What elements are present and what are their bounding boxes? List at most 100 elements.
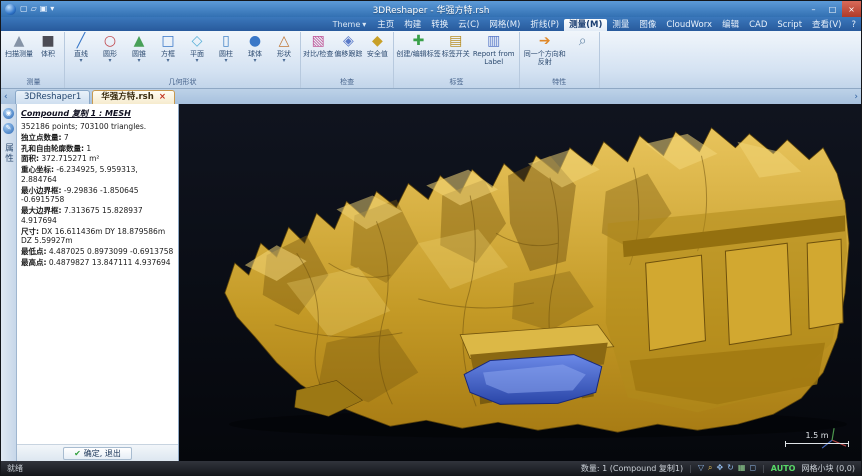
auto-mode-badge[interactable]: AUTO [771, 464, 796, 473]
confirm-exit-button[interactable]: ✔ 确定, 退出 [63, 447, 132, 460]
tab-cloud[interactable]: 云(C) [453, 19, 484, 31]
cylinder-tool[interactable]: ▯ 圆柱 ▾ [212, 33, 240, 64]
property-line: 最高点: 0.4879827 13.847111 4.937694 [21, 258, 174, 268]
document-tab-bar: ‹ › 3DReshaper1 华强方特.rsh × [1, 89, 861, 104]
circle-tool[interactable]: ○ 圆形 ▾ [96, 33, 124, 64]
tab-home[interactable]: 主页 [372, 19, 399, 31]
grid-coordinates-text: 网格小块 (0,0) [801, 463, 855, 474]
rotate-icon[interactable]: ↻ [727, 464, 734, 472]
box-tool[interactable]: □ 方框 ▾ [154, 33, 182, 64]
chevron-down-icon: ▾ [253, 58, 256, 64]
line-tool[interactable]: ╱ 直线 ▾ [67, 33, 95, 64]
chevron-down-icon: ▾ [362, 20, 366, 29]
divider: | [762, 464, 765, 473]
close-tab-icon[interactable]: × [159, 93, 166, 102]
carved-wall-structure [606, 199, 847, 412]
safety-value-tool[interactable]: ◆ 安全值 ▾ [363, 33, 391, 58]
properties-footer: ✔ 确定, 退出 [17, 444, 178, 461]
safety-icon: ◆ [372, 33, 383, 50]
chevron-left-icon[interactable]: ‹ [4, 93, 8, 102]
tab-build[interactable]: 构建 [399, 19, 426, 31]
main-area: ◉ ✎ 属性 Compound 复制 1 : MESH 352186 point… [1, 104, 861, 461]
cylinder-icon: ▯ [222, 33, 230, 50]
tab-transform[interactable]: 转换 [426, 19, 453, 31]
tab-view[interactable]: 查看(V) [807, 19, 846, 31]
tab-measure[interactable]: 测量(M) [564, 19, 607, 31]
view-options-icon[interactable]: ◉ [3, 108, 14, 119]
grid-icon[interactable]: ▦ [738, 464, 746, 472]
property-line: 面积: 372.715271 m² [21, 154, 174, 164]
ribbon-group-label: 检查 [303, 77, 391, 88]
chevron-down-icon: ▾ [195, 58, 198, 64]
tab-cad[interactable]: CAD [744, 19, 772, 31]
tab-script[interactable]: Script [772, 19, 807, 31]
triangle-icon: △ [279, 33, 290, 50]
open-file-icon[interactable]: ▱ [31, 5, 37, 13]
quick-access-toolbar: ▢ ▱ ▣ ▾ [20, 5, 54, 13]
sphere-tool[interactable]: ● 球体 ▾ [241, 33, 269, 64]
chevron-down-icon: ▾ [108, 58, 111, 64]
magnifier-tool[interactable]: ⌕ ▾ [569, 33, 597, 50]
free-shape-tool[interactable]: △ 形状 ▾ [270, 33, 298, 64]
tab-image[interactable]: 图像 [634, 19, 661, 31]
save-icon[interactable]: ▣ [40, 5, 48, 13]
tab-help[interactable]: ? [846, 19, 861, 31]
chevron-right-icon[interactable]: › [854, 93, 858, 102]
volume-tool[interactable]: ■ 体积 ▾ [34, 33, 62, 58]
report-from-label-tool[interactable]: ▥ Report from Label ▾ [471, 33, 517, 66]
property-line: 352186 points; 703100 triangles. [21, 122, 174, 132]
filter-icon[interactable]: ▽ [698, 464, 704, 472]
title-bar: ▢ ▱ ▣ ▾ 3DReshaper - 华强方特.rsh – □ × [1, 1, 861, 17]
new-file-icon[interactable]: ▢ [20, 5, 28, 13]
magnifier-icon: ⌕ [579, 33, 587, 50]
window-controls: – □ × [804, 1, 861, 17]
ribbon-group-label: 标签 [396, 77, 516, 88]
quick-access-caret-icon[interactable]: ▾ [50, 5, 54, 13]
arrow-icon: ➔ [539, 33, 551, 50]
chevron-down-icon: ▾ [137, 58, 140, 64]
left-panel-strip: ◉ ✎ 属性 [1, 104, 17, 461]
compare-icon: ▧ [312, 33, 325, 50]
scale-bar-label: 1.5 m [805, 431, 828, 440]
tab-edit[interactable]: 编辑 [717, 19, 744, 31]
zoom-icon[interactable]: ⌕ [708, 464, 712, 472]
property-line: 最低点: 4.487025 0.8973099 -0.6913758 [21, 247, 174, 257]
direction-reflect-tool[interactable]: ➔ 同一个方向和反射 ▾ [522, 33, 568, 66]
mountain-icon: ▲ [14, 33, 25, 50]
3d-viewport-canvas[interactable] [179, 104, 861, 461]
tab-polyline[interactable]: 折线(P) [525, 19, 564, 31]
minimize-button[interactable]: – [804, 1, 823, 17]
theme-menu-button[interactable]: Theme ▾ [333, 20, 367, 29]
maximize-button[interactable]: □ [823, 1, 842, 17]
cone-tool[interactable]: ▲ 圆锥 ▾ [125, 33, 153, 64]
close-button[interactable]: × [842, 1, 861, 17]
chevron-down-icon: ▾ [166, 58, 169, 64]
add-label-icon: ✚ [413, 33, 425, 50]
compare-inspect-tool[interactable]: ▧ 对比/检查 ▾ [303, 33, 333, 58]
tab-mesh[interactable]: 网格(M) [484, 19, 525, 31]
chevron-down-icon: ▾ [79, 58, 82, 64]
doc-tab-huaqiangfangte[interactable]: 华强方特.rsh × [92, 90, 175, 104]
property-line: 独立点数量: 7 [21, 133, 174, 143]
tab-cloudworx[interactable]: CloudWorx [661, 19, 717, 31]
cube-icon[interactable]: ◻ [749, 464, 756, 472]
doc-tab-3dreshaper1[interactable]: 3DReshaper1 [15, 90, 90, 104]
label-toggle-tool[interactable]: ▤ 标签开关 ▾ [442, 33, 470, 58]
scan-measure-tool[interactable]: ▲ 扫描测量 ▾ [5, 33, 33, 58]
offset-icon: ◈ [343, 33, 354, 50]
create-edit-label-tool[interactable]: ✚ 创建/编辑标签 ▾ [396, 33, 440, 58]
properties-panel: Compound 复制 1 : MESH 352186 points; 7031… [17, 104, 179, 461]
label-icon: ▤ [449, 33, 462, 50]
3d-viewport[interactable]: 1.5 m [179, 104, 861, 461]
ribbon-toolbar: ▲ 扫描测量 ▾ ■ 体积 ▾ 测量 ╱ [1, 31, 861, 89]
pan-icon[interactable]: ✥ [716, 464, 723, 472]
tab-survey[interactable]: 测量 [607, 19, 634, 31]
app-logo-icon[interactable] [5, 4, 16, 15]
properties-content: Compound 复制 1 : MESH 352186 points; 7031… [17, 104, 178, 444]
offset-tracking-tool[interactable]: ◈ 偏移跟踪 ▾ [334, 33, 362, 58]
chevron-down-icon: ▾ [224, 58, 227, 64]
plane-tool[interactable]: ◇ 平面 ▾ [183, 33, 211, 64]
properties-panel-tab[interactable]: 属性 [3, 143, 15, 164]
status-tool-icons: ▽ ⌕ ✥ ↻ ▦ ◻ [698, 464, 756, 472]
edit-icon[interactable]: ✎ [3, 123, 14, 134]
